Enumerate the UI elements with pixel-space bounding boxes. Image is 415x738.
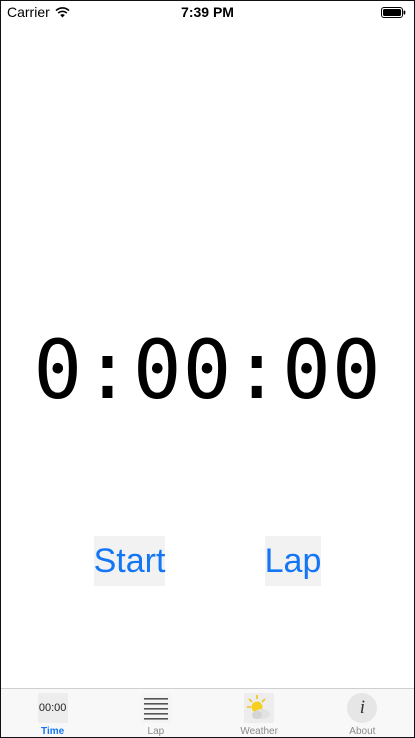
sun-cloud-graphic <box>247 695 271 719</box>
time-icon-text: 00:00 <box>38 702 67 714</box>
tab-label-about: About <box>349 726 376 737</box>
tab-label-time: Time <box>41 726 65 737</box>
tab-label-weather: Weather <box>240 726 278 737</box>
battery-icon <box>381 7 406 18</box>
weather-sun-cloud-icon <box>244 693 275 723</box>
tab-lap[interactable]: Lap <box>104 689 207 737</box>
start-button[interactable]: Start <box>94 536 165 586</box>
status-time: 7:39 PM <box>181 4 234 20</box>
tab-label-lap: Lap <box>147 726 165 737</box>
tab-bar: 00:00 Time Lap Weather i About <box>1 688 414 737</box>
lap-button[interactable]: Lap <box>265 536 321 586</box>
lap-list-lines <box>143 698 168 720</box>
tab-weather[interactable]: Weather <box>208 689 311 737</box>
app-screen: Carrier 7:39 PM 0:00:00 Start Lap 00:00 … <box>0 0 415 738</box>
lap-list-icon <box>140 693 171 723</box>
tab-about[interactable]: i About <box>311 689 414 737</box>
clock-text-icon: 00:00 <box>37 693 68 723</box>
timer-display: 0:00:00 <box>33 324 382 418</box>
status-bar: Carrier 7:39 PM <box>1 1 414 23</box>
info-icon-glyph: i <box>359 697 366 718</box>
info-icon: i <box>347 693 378 723</box>
tab-time[interactable]: 00:00 Time <box>1 689 104 737</box>
